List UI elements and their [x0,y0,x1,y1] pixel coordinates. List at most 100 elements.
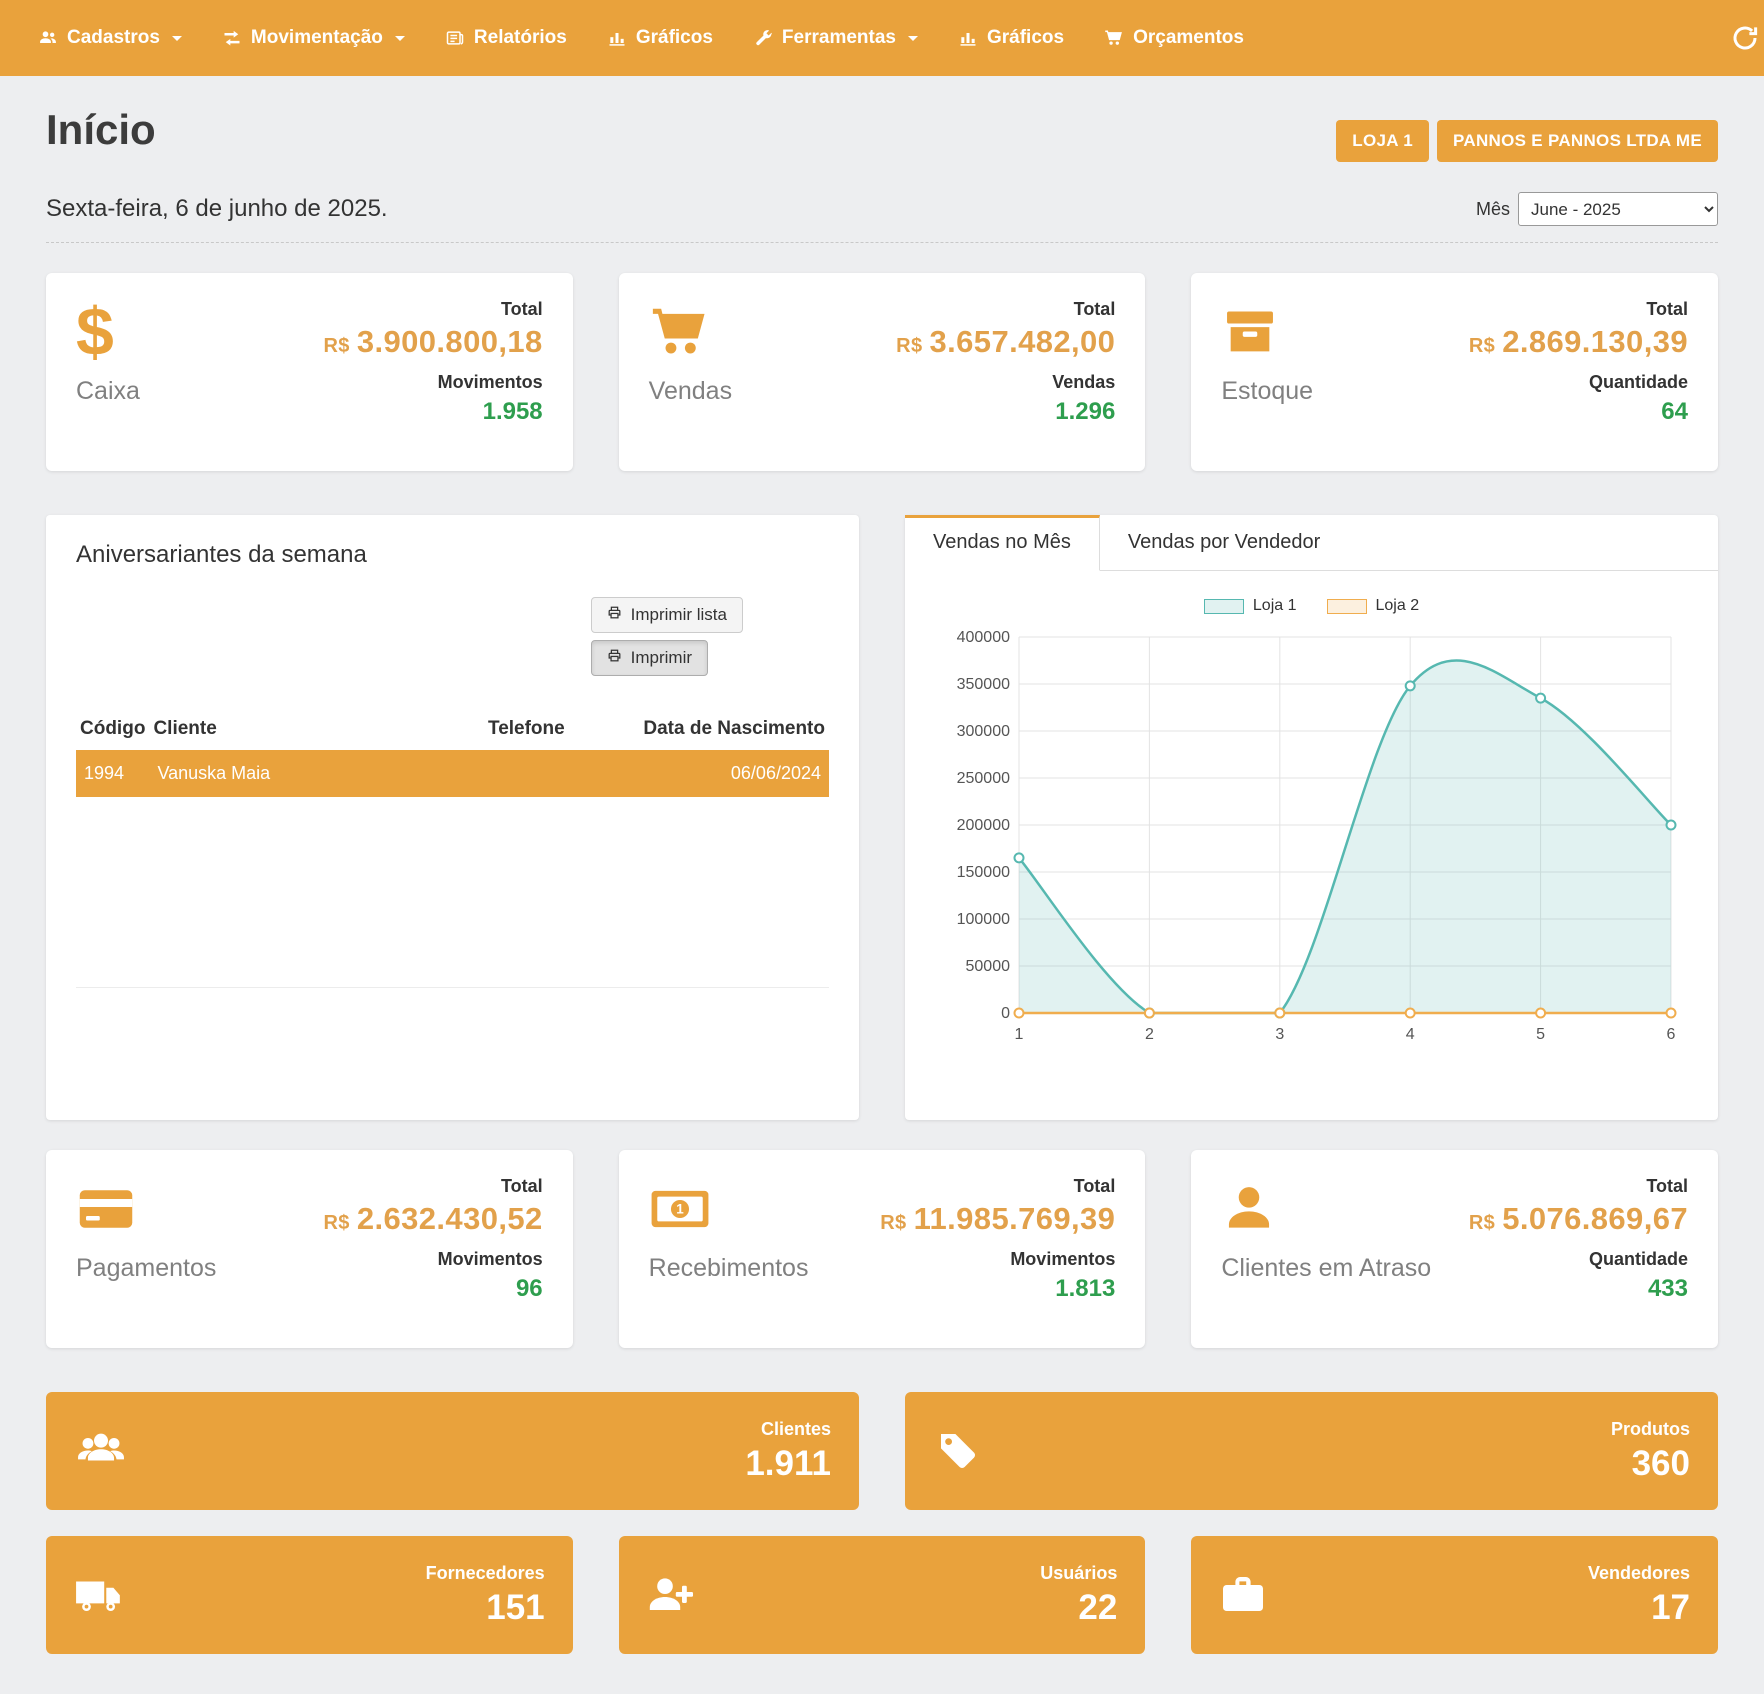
cell-cliente: Vanuska Maia [149,750,484,797]
briefcase-icon [1219,1571,1267,1619]
total-label: Total [1469,1176,1688,1197]
svg-text:4: 4 [1405,1026,1414,1043]
refresh-icon[interactable] [1730,23,1760,53]
total-value: 2.632.430,52 [357,1201,543,1236]
legend-item[interactable]: Loja 1 [1204,597,1297,615]
svg-text:1: 1 [676,1202,684,1217]
nav-label: Gráficos [987,27,1064,49]
legend-swatch [1204,599,1244,614]
nav-item-relatorios[interactable]: Relatórios [425,0,587,76]
nav-item-graficos-2[interactable]: Gráficos [938,0,1084,76]
tile-value: 22 [1040,1588,1117,1628]
tile-usuarios[interactable]: Usuários 22 [619,1536,1146,1654]
print-list-label: Imprimir lista [631,605,727,625]
bar-chart-icon [958,28,978,48]
count-value: 433 [1469,1275,1688,1303]
stat-name: Recebimentos [649,1254,809,1283]
stat-name: Pagamentos [76,1254,216,1283]
svg-text:1: 1 [1014,1026,1023,1043]
cart-icon [649,299,711,365]
count-label: Quantidade [1469,372,1688,393]
count-label: Vendas [896,372,1115,393]
total-label: Total [896,299,1115,320]
print-button[interactable]: Imprimir [591,640,708,676]
nav-label: Relatórios [474,27,567,49]
money-bill-icon: 1 [649,1176,711,1242]
count-label: Movimentos [880,1249,1115,1270]
sales-tabs: Vendas no Mês Vendas por Vendedor [905,515,1718,571]
col-header-cliente: Cliente [149,708,484,750]
sales-chart: 0500001000001500002000002500003000003500… [937,623,1687,1053]
tile-value: 151 [426,1588,545,1628]
total-value: 2.869.130,39 [1502,324,1688,359]
nav-item-movimentacao[interactable]: Movimentação [202,0,425,76]
count-value: 64 [1469,398,1688,426]
tab-vendas-por-vendedor[interactable]: Vendas por Vendedor [1100,515,1348,570]
svg-text:300000: 300000 [956,723,1009,740]
count-value: 96 [323,1275,542,1303]
exchange-icon [222,28,242,48]
nav-label: Cadastros [67,27,160,49]
currency-label: R$ [323,335,349,357]
nav-label: Orçamentos [1133,27,1244,49]
svg-text:50000: 50000 [965,958,1010,975]
nav-item-ferramentas[interactable]: Ferramentas [733,0,938,76]
currency-label: R$ [896,335,922,357]
total-label: Total [323,299,542,320]
col-header-nascimento: Data de Nascimento [614,708,829,750]
count-value: 1.958 [323,398,542,426]
total-label: Total [880,1176,1115,1197]
svg-text:250000: 250000 [956,770,1009,787]
month-select[interactable]: June - 2025 [1518,192,1718,226]
stat-card-estoque: Estoque Total R$2.869.130,39 Quantidade … [1191,273,1718,471]
dollar-icon: $ [76,299,114,365]
chart-legend: Loja 1 Loja 2 [905,597,1718,615]
tile-value: 1.911 [745,1444,831,1484]
main-content: Início LOJA 1 PANNOS E PANNOS LTDA ME Se… [0,76,1764,1694]
print-list-button[interactable]: Imprimir lista [591,597,743,633]
top-navbar: Cadastros Movimentação Relatórios Gráfic… [0,0,1764,76]
tile-produtos[interactable]: Produtos 360 [905,1392,1718,1510]
month-label: Mês [1476,199,1510,220]
printer-icon [607,648,622,668]
stat-name: Clientes em Atraso [1221,1254,1431,1283]
birthdays-panel: Aniversariantes da semana Imprimir lista… [46,515,859,1120]
credit-card-icon [76,1176,136,1242]
cell-codigo: 1994 [76,750,149,797]
birthdays-table: Código Cliente Telefone Data de Nascimen… [76,708,829,797]
tab-vendas-no-mes[interactable]: Vendas no Mês [905,515,1100,571]
legend-item[interactable]: Loja 2 [1327,597,1420,615]
tile-fornecedores[interactable]: Fornecedores 151 [46,1536,573,1654]
legend-label: Loja 1 [1253,597,1297,615]
currency-label: R$ [880,1212,906,1234]
tile-vendedores[interactable]: Vendedores 17 [1191,1536,1718,1654]
user-icon [1221,1176,1277,1242]
svg-text:350000: 350000 [956,676,1009,693]
nav-item-graficos-1[interactable]: Gráficos [587,0,733,76]
stat-card-pagamentos: Pagamentos Total R$2.632.430,52 Moviment… [46,1150,573,1348]
svg-text:5: 5 [1536,1026,1545,1043]
table-row[interactable]: 1994 Vanuska Maia 06/06/2024 [76,750,829,797]
tile-label: Produtos [1611,1419,1690,1440]
tile-value: 360 [1611,1444,1690,1484]
nav-item-cadastros[interactable]: Cadastros [18,0,202,76]
col-header-telefone: Telefone [484,708,614,750]
count-label: Movimentos [323,1249,542,1270]
nav-item-orcamentos[interactable]: Orçamentos [1084,0,1264,76]
stat-card-recebimentos: 1 Recebimentos Total R$11.985.769,39 Mov… [619,1150,1146,1348]
tile-clientes[interactable]: Clientes 1.911 [46,1392,859,1510]
svg-text:2: 2 [1144,1026,1153,1043]
cart-icon [1104,28,1124,48]
count-label: Quantidade [1469,1249,1688,1270]
stat-name: Caixa [76,377,140,406]
cell-nascimento: 06/06/2024 [614,750,829,797]
newspaper-icon [445,28,465,48]
company-button[interactable]: PANNOS E PANNOS LTDA ME [1437,120,1718,162]
count-value: 1.813 [880,1275,1115,1303]
stat-name: Vendas [649,377,732,406]
nav-label: Ferramentas [782,27,896,49]
currency-label: R$ [1469,335,1495,357]
svg-text:150000: 150000 [956,864,1009,881]
stat-name: Estoque [1221,377,1313,406]
store-button[interactable]: LOJA 1 [1336,120,1429,162]
